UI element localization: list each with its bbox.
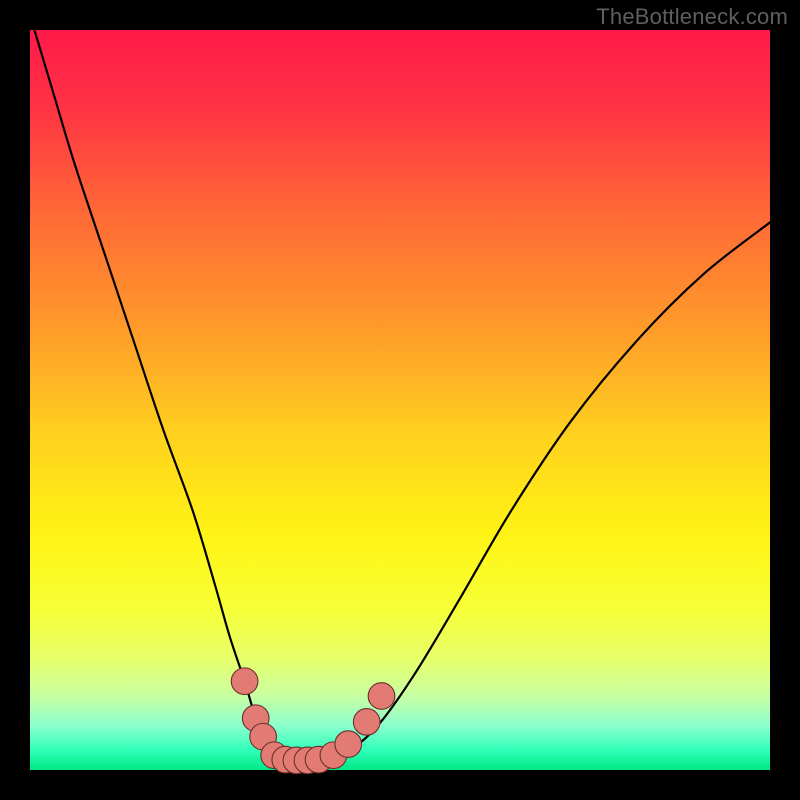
watermark-text: TheBottleneck.com [596,4,788,30]
curve-marker [368,683,395,710]
plot-area [30,30,770,770]
bottleneck-curve [30,15,770,761]
curve-layer [30,30,770,770]
curve-marker [353,709,380,736]
chart-frame: TheBottleneck.com [0,0,800,800]
curve-marker [231,668,258,695]
curve-marker [335,731,362,758]
marker-group [231,668,395,774]
